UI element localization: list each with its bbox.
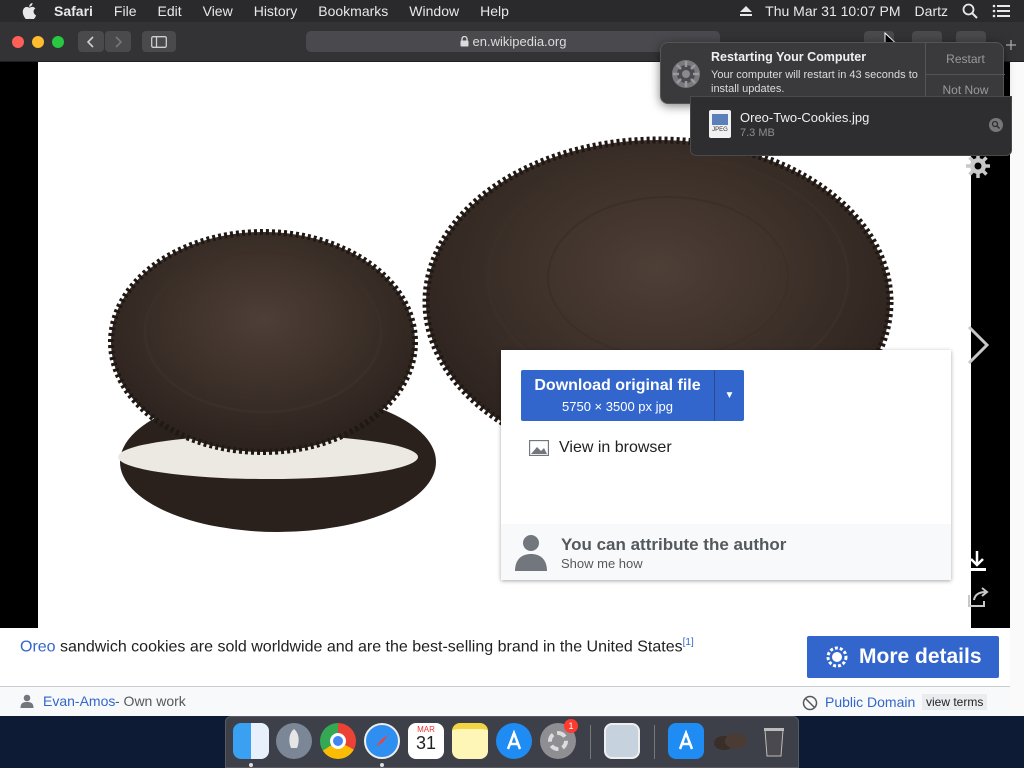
menu-bar: Safari File Edit View History Bookmarks … <box>0 0 1024 22</box>
safari-icon[interactable] <box>364 723 400 759</box>
user-icon <box>515 535 547 571</box>
zoom-window-button[interactable] <box>52 36 64 48</box>
address-bar[interactable]: en.wikipedia.org <box>306 31 720 52</box>
caption-text: sandwich cookies are sold worldwide and … <box>55 638 683 656</box>
restart-button[interactable]: Restart <box>925 43 1005 74</box>
share-icon[interactable] <box>966 586 990 608</box>
public-domain-icon <box>802 695 818 711</box>
menu-help[interactable]: Help <box>480 3 509 19</box>
chrome-center <box>330 733 346 749</box>
compass-needle-icon <box>376 735 388 747</box>
rocket-icon <box>289 729 299 748</box>
notification-center-icon[interactable] <box>992 4 1010 18</box>
download-options-dropdown[interactable]: ▼ <box>714 370 744 421</box>
view-terms-button[interactable]: view terms <box>922 694 988 710</box>
app-store-a-icon <box>506 729 522 750</box>
download-original-label: Download original file <box>534 377 701 394</box>
chevron-left-icon <box>87 35 94 48</box>
trash-can-icon <box>764 728 784 757</box>
jpeg-thumbnail <box>712 114 728 125</box>
download-dimensions: 5750 × 3500 px jpg <box>562 399 673 414</box>
notes-icon[interactable] <box>452 723 488 759</box>
menu-history[interactable]: History <box>254 3 298 19</box>
notification-title: Restarting Your Computer <box>711 50 867 64</box>
finder-running-dot <box>249 763 253 767</box>
author-link[interactable]: Evan-Amos <box>43 693 115 709</box>
restart-notification: Restarting Your Computer Your computer w… <box>660 42 1005 105</box>
next-image-arrow-icon[interactable] <box>966 325 990 365</box>
app-store-icon[interactable] <box>496 723 532 759</box>
apple-menu-icon[interactable] <box>22 3 36 19</box>
menu-window[interactable]: Window <box>409 3 459 19</box>
menu-edit[interactable]: Edit <box>157 3 181 19</box>
caption-oreo-link[interactable]: Oreo <box>20 638 56 655</box>
calendar-icon[interactable]: MAR 31 <box>408 723 444 759</box>
download-panel: Download original file 5750 × 3500 px jp… <box>501 350 951 580</box>
finder-icon[interactable] <box>233 723 269 759</box>
jpeg-label: JPEG <box>712 127 728 133</box>
attribution-section[interactable]: You can attribute the author Show me how <box>501 524 951 580</box>
dock-separator <box>590 725 591 759</box>
menu-file[interactable]: File <box>114 3 137 19</box>
download-size: 7.3 MB <box>740 127 775 139</box>
download-filename[interactable]: Oreo-Two-Cookies.jpg <box>740 110 869 125</box>
dock-separator-2 <box>654 725 655 759</box>
page-scrollbar[interactable] <box>1010 62 1024 716</box>
system-preferences-gear <box>548 731 568 751</box>
calendar-day: 31 <box>415 733 437 753</box>
view-in-browser-link[interactable]: View in browser <box>529 439 672 457</box>
system-preferences-gear-icon <box>672 60 700 88</box>
preview-icon[interactable] <box>604 723 640 759</box>
download-original-button[interactable]: Download original file 5750 × 3500 px jp… <box>521 370 714 421</box>
menu-bookmarks[interactable]: Bookmarks <box>318 3 388 19</box>
menu-view[interactable]: View <box>203 3 233 19</box>
reveal-in-finder-icon[interactable] <box>989 118 1003 132</box>
downloads-stack-icon[interactable] <box>668 723 704 759</box>
sidebar-button[interactable] <box>142 31 176 52</box>
caption-reference[interactable]: [1] <box>683 637 694 648</box>
trash-icon[interactable] <box>756 723 792 759</box>
author-suffix: - Own work <box>115 693 186 709</box>
update-badge: 1 <box>564 719 578 733</box>
downloads-popover: JPEG Oreo-Two-Cookies.jpg 7.3 MB <box>690 96 1012 156</box>
url-text: en.wikipedia.org <box>472 34 567 49</box>
caret-down-icon: ▼ <box>724 390 735 401</box>
image-footer: Evan-Amos - Own work Public Domain view … <box>0 686 1010 716</box>
attribution-title: You can attribute the author <box>561 535 787 554</box>
dock: MAR 31 1 <box>225 716 799 768</box>
sidebar-icon <box>151 35 167 48</box>
minimize-window-button[interactable] <box>32 36 44 48</box>
oreo-thumbnail-icon <box>714 733 747 750</box>
chevron-right-icon <box>115 35 122 48</box>
app-store-a-icon-2 <box>678 729 694 750</box>
eject-icon[interactable] <box>739 5 753 17</box>
menubar-user[interactable]: Dartz <box>915 3 948 19</box>
forward-button[interactable] <box>105 31 131 52</box>
menu-app-safari[interactable]: Safari <box>54 3 93 19</box>
attribution-show-me-how[interactable]: Show me how <box>561 556 643 571</box>
close-window-button[interactable] <box>12 36 24 48</box>
oreo-download-thumbnail[interactable] <box>712 723 748 759</box>
back-button[interactable] <box>78 31 104 52</box>
view-in-browser-label: View in browser <box>559 439 672 456</box>
chrome-icon[interactable] <box>320 723 356 759</box>
more-details-label: More details <box>859 645 982 668</box>
new-tab-plus-icon[interactable] <box>1005 39 1017 51</box>
lock-icon <box>460 36 469 47</box>
settings-gear-icon[interactable] <box>965 153 991 179</box>
author-icon <box>20 694 34 708</box>
info-badge-icon <box>826 646 848 668</box>
image-caption: Oreo sandwich cookies are sold worldwide… <box>20 637 694 656</box>
image-icon <box>529 440 549 456</box>
safari-running-dot <box>380 763 384 767</box>
menubar-clock[interactable]: Thu Mar 31 10:07 PM <box>765 3 900 19</box>
jpeg-file-icon: JPEG <box>709 110 731 138</box>
spotlight-search-icon[interactable] <box>962 3 978 19</box>
more-details-button[interactable]: More details <box>807 636 999 678</box>
launchpad-icon[interactable] <box>276 723 312 759</box>
notification-body: Your computer will restart in 43 seconds… <box>711 69 918 95</box>
download-icon[interactable] <box>966 550 988 572</box>
license-link[interactable]: Public Domain <box>825 694 915 710</box>
